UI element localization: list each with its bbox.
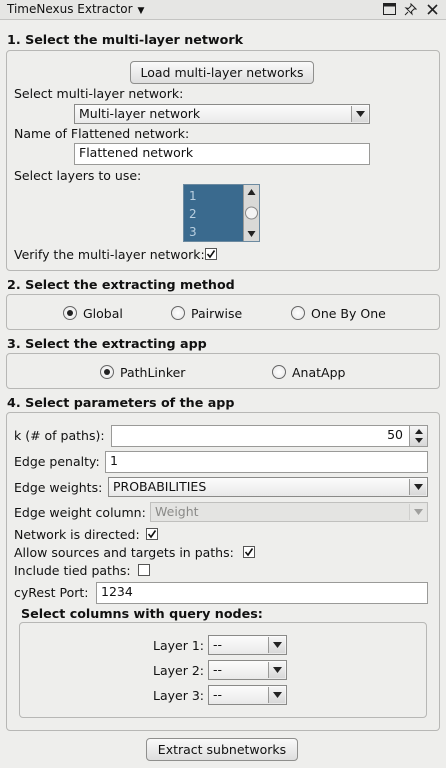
radio-pathlinker[interactable] (100, 365, 114, 379)
port-label: cyRest Port: (14, 585, 89, 600)
directed-label: Network is directed: (14, 527, 140, 542)
k-value: 50 (387, 427, 403, 442)
layer-item-1[interactable]: 1 (189, 189, 197, 203)
edge-weight-column-select[interactable]: Weight (150, 502, 428, 522)
section-3-panel (6, 353, 440, 389)
layer-1-value: -- (213, 637, 223, 652)
radio-one-by-one-label: One By One (311, 306, 386, 321)
network-select-value: Multi-layer network (79, 106, 201, 121)
panel-title: TimeNexus Extractor (7, 2, 133, 16)
radio-pairwise-label: Pairwise (191, 306, 243, 321)
layer-2-value: -- (213, 662, 223, 677)
close-icon[interactable] (424, 1, 440, 17)
radio-anatapp-label: AnatApp (292, 365, 346, 380)
edge-penalty-label: Edge penalty: (14, 454, 100, 469)
spinner-arrows-icon[interactable] (409, 426, 427, 446)
layer-1-label: Layer 1: (153, 638, 204, 653)
k-label: k (# of paths): (14, 428, 105, 443)
verify-label: Verify the multi-layer network: (14, 247, 205, 262)
checkmark-icon (244, 548, 254, 557)
layers-label: Select layers to use: (14, 168, 142, 183)
flattened-name-input[interactable]: Flattened network (74, 143, 370, 165)
checkmark-icon (206, 250, 216, 259)
radio-pairwise[interactable] (171, 306, 185, 320)
pin-icon[interactable] (402, 1, 418, 17)
section-4-title: 4. Select parameters of the app (7, 395, 235, 410)
section-2-title: 2. Select the extracting method (7, 277, 235, 292)
allow-sources-label: Allow sources and targets in paths: (14, 545, 234, 560)
edge-weight-column-label: Edge weight column: (14, 505, 146, 520)
edge-penalty-input[interactable]: 1 (105, 451, 428, 473)
tied-paths-label: Include tied paths: (14, 563, 131, 578)
section-3-title: 3. Select the extracting app (7, 336, 207, 351)
port-input[interactable]: 1234 (96, 582, 428, 604)
chevron-down-icon (268, 637, 285, 653)
checkmark-icon (147, 530, 157, 539)
layer-2-select[interactable]: -- (208, 660, 287, 680)
layer-1-select[interactable]: -- (208, 635, 287, 655)
k-spinner[interactable]: 50 (111, 425, 428, 447)
section-1-title: 1. Select the multi-layer network (7, 32, 244, 47)
select-network-label: Select multi-layer network: (14, 86, 184, 101)
flattened-name-label: Name of Flattened network: (14, 126, 190, 141)
extract-subnetworks-button[interactable]: Extract subnetworks (146, 738, 298, 761)
panel-title-dropdown[interactable]: TimeNexus Extractor ▼ (7, 2, 144, 16)
panel-title-bar: TimeNexus Extractor ▼ (0, 0, 446, 20)
load-networks-button[interactable]: Load multi-layer networks (130, 61, 314, 84)
network-select[interactable]: Multi-layer network (74, 104, 370, 124)
verify-checkbox[interactable] (205, 248, 217, 260)
query-columns-title: Select columns with query nodes: (21, 606, 263, 621)
layer-3-value: -- (213, 687, 223, 702)
float-window-icon[interactable] (381, 1, 397, 17)
edge-weights-value: PROBABILITIES (113, 479, 207, 494)
radio-pathlinker-label: PathLinker (120, 365, 186, 380)
layers-listbox[interactable]: 1 2 3 (183, 184, 260, 242)
directed-checkbox[interactable] (146, 528, 158, 540)
chevron-down-icon (409, 504, 426, 520)
chevron-down-icon (268, 687, 285, 703)
layer-item-2[interactable]: 2 (189, 207, 197, 221)
layers-scrollbar[interactable] (243, 185, 259, 241)
radio-global-label: Global (83, 306, 123, 321)
layer-item-3[interactable]: 3 (189, 225, 197, 239)
layer-2-label: Layer 2: (153, 663, 204, 678)
edge-weights-select[interactable]: PROBABILITIES (108, 477, 428, 497)
chevron-down-icon (351, 106, 368, 122)
layer-3-label: Layer 3: (153, 688, 204, 703)
radio-global[interactable] (63, 306, 77, 320)
chevron-down-icon (268, 662, 285, 678)
tied-paths-checkbox[interactable] (138, 564, 150, 576)
radio-one-by-one[interactable] (291, 306, 305, 320)
edge-weight-column-value: Weight (155, 504, 199, 519)
caret-down-icon: ▼ (137, 6, 145, 16)
radio-anatapp[interactable] (272, 365, 286, 379)
chevron-down-icon (409, 479, 426, 495)
edge-weights-label: Edge weights: (14, 480, 103, 495)
layer-3-select[interactable]: -- (208, 685, 287, 705)
allow-sources-checkbox[interactable] (243, 546, 255, 558)
